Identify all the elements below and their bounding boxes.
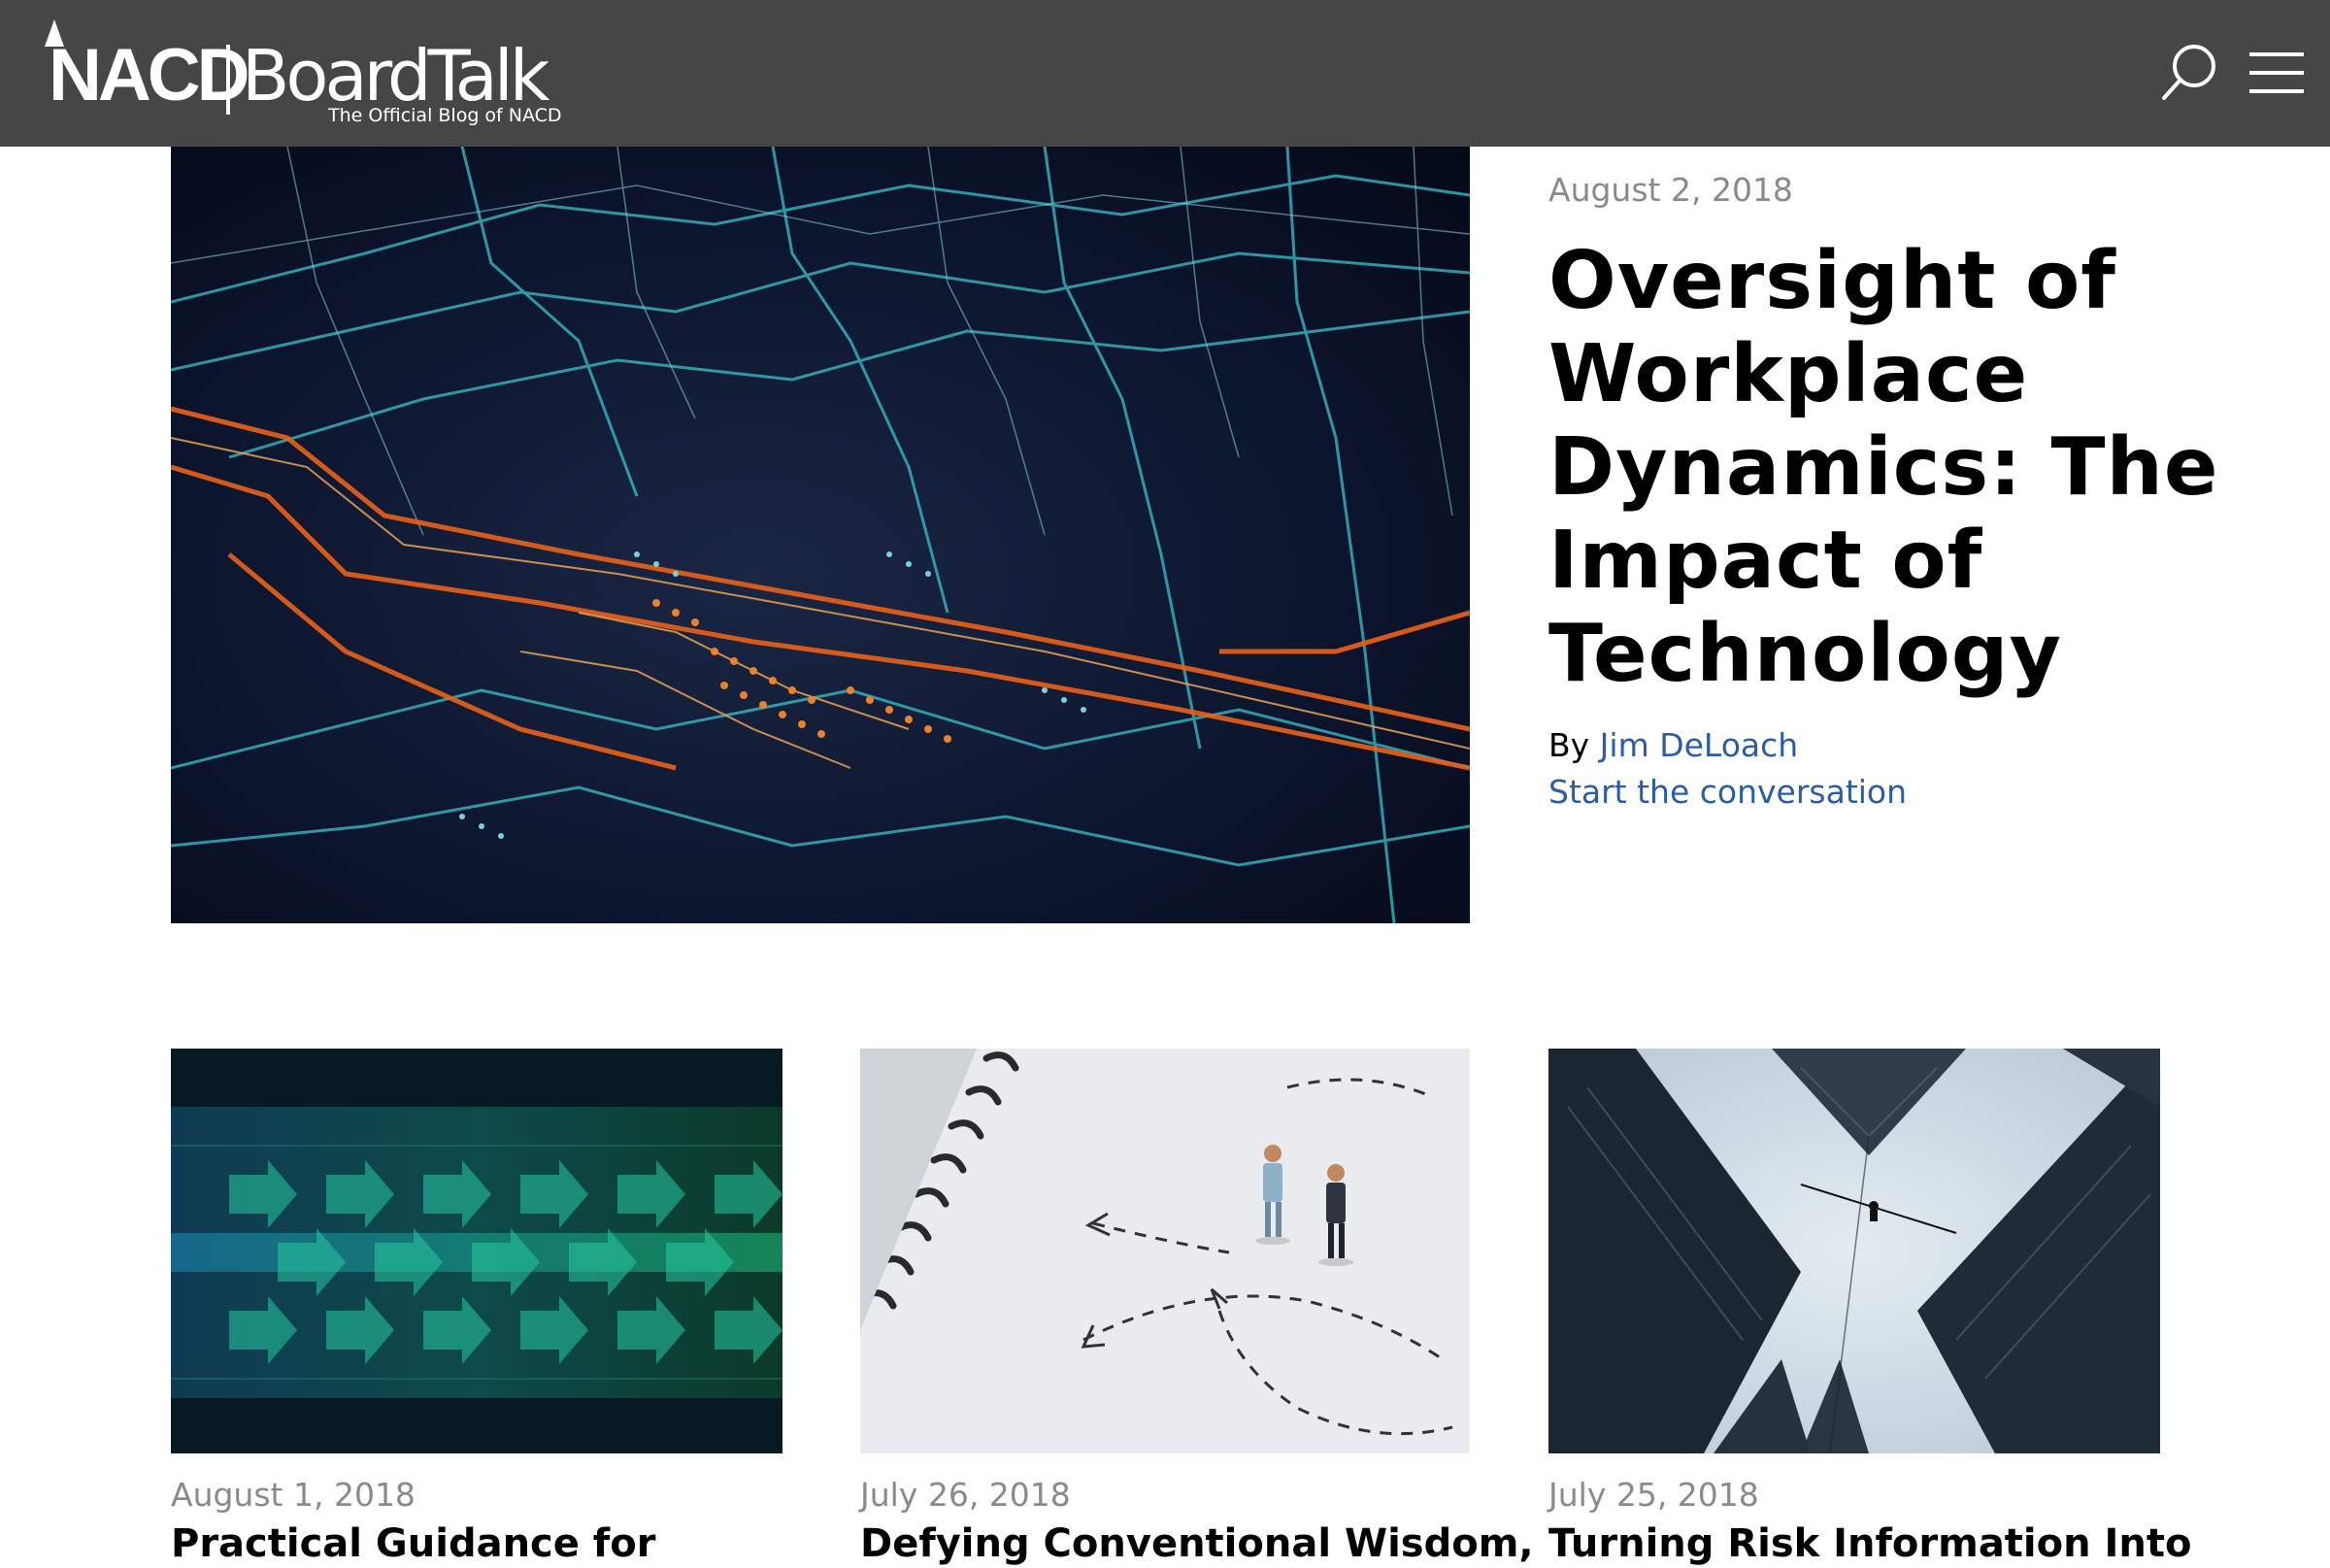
search-button[interactable]: [2155, 39, 2223, 107]
post-card: July 26, 2018 Defying Conventional Wisdo…: [860, 1049, 1534, 1568]
green-arrows-image: [171, 1049, 782, 1453]
comments-link[interactable]: Start the conversation: [1548, 769, 2247, 816]
post-card-date: July 25, 2018: [1548, 1476, 1759, 1514]
featured-post-title: Oversight of Workplace Dynamics: The Imp…: [1548, 235, 2247, 701]
site-logo[interactable]: NACD BoardTalk The Official Blog of NACD: [19, 17, 563, 132]
byline-prefix: By: [1548, 726, 1600, 764]
post-card-image[interactable]: [1548, 1049, 2160, 1453]
logo-divider: [226, 45, 230, 115]
author-link[interactable]: Jim DeLoach: [1600, 726, 1799, 764]
logo-boardtalk-text: BoardTalk: [242, 35, 549, 117]
featured-post-byline: By Jim DeLoach: [1548, 722, 2247, 769]
post-card-image[interactable]: [860, 1049, 1470, 1453]
search-icon: [2162, 45, 2215, 100]
post-card-title-link[interactable]: Defying Conventional Wisdom,: [860, 1521, 1534, 1566]
logo-tagline: The Official Blog of NACD: [328, 105, 562, 126]
hamburger-menu-icon: [2249, 52, 2304, 93]
post-card-title: Practical Guidance for: [171, 1519, 782, 1568]
post-card-title: Turning Risk Information Into: [1548, 1519, 2191, 1568]
post-card-date: August 1, 2018: [171, 1476, 416, 1514]
post-card-title-link[interactable]: Practical Guidance for: [171, 1521, 655, 1566]
post-card-image[interactable]: [171, 1049, 782, 1453]
circuit-board-image: [171, 147, 1470, 923]
site-header: NACD BoardTalk The Official Blog of NACD: [0, 0, 2330, 147]
featured-post-date: August 2, 2018: [1548, 171, 1793, 209]
post-card-title-link[interactable]: Turning Risk Information Into: [1548, 1521, 2191, 1566]
tightrope-skyscrapers-image: [1548, 1049, 2160, 1453]
notebook-figures-image: [860, 1049, 1470, 1453]
post-card: August 1, 2018 Practical Guidance for: [171, 1049, 782, 1568]
post-card-title: Defying Conventional Wisdom,: [860, 1519, 1534, 1568]
featured-post-title-link[interactable]: Oversight of Workplace Dynamics: The Imp…: [1548, 235, 2218, 700]
logo-nacd-text: NACD: [49, 34, 250, 117]
post-card-date: July 26, 2018: [860, 1476, 1071, 1514]
featured-post-text: August 2, 2018 Oversight of Workplace Dy…: [1548, 165, 2247, 816]
menu-button[interactable]: [2243, 39, 2311, 107]
post-card: July 25, 2018 Turning Risk Information I…: [1548, 1049, 2191, 1568]
featured-post-image[interactable]: [171, 147, 1470, 923]
